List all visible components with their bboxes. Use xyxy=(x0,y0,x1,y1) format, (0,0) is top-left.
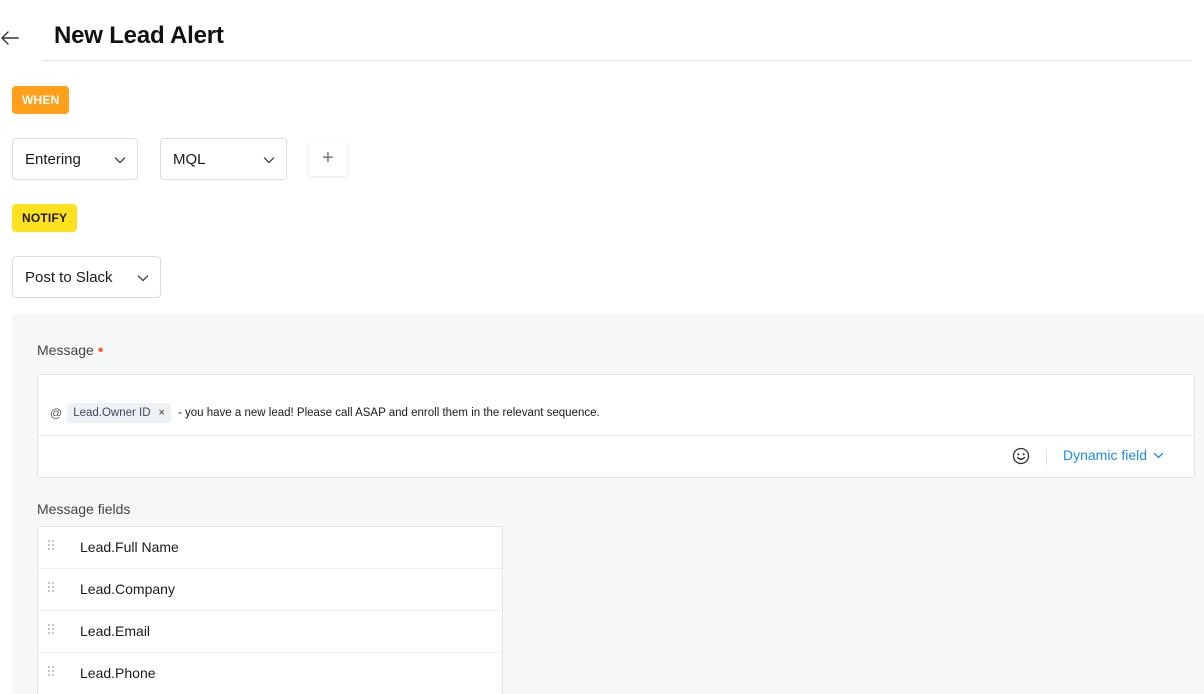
chevron-down-icon xyxy=(263,157,275,164)
page-title: New Lead Alert xyxy=(54,22,224,49)
trigger-event-select[interactable]: Entering xyxy=(12,138,138,180)
chevron-down-icon xyxy=(114,157,126,164)
back-arrow-icon[interactable] xyxy=(0,26,20,50)
message-label: Message • xyxy=(37,342,103,360)
message-field-label: Lead.Phone xyxy=(80,665,156,681)
toolbar-separator xyxy=(1046,449,1047,465)
dynamic-field-chip[interactable]: Lead.Owner ID × xyxy=(67,403,171,423)
dynamic-field-label: Dynamic field xyxy=(1063,447,1148,463)
message-field-row[interactable]: Lead.Company xyxy=(38,569,502,611)
message-field-label: Lead.Company xyxy=(80,581,175,597)
plus-icon: + xyxy=(322,146,334,169)
notify-channel-select[interactable]: Post to Slack xyxy=(12,256,161,298)
smile-icon[interactable] xyxy=(1012,447,1030,465)
chip-label: Lead.Owner ID xyxy=(73,407,151,419)
drag-handle-icon[interactable] xyxy=(47,665,55,677)
message-label-text: Message xyxy=(37,342,94,358)
trigger-stage-select[interactable]: MQL xyxy=(160,138,287,180)
trigger-event-value: Entering xyxy=(25,150,81,168)
drag-handle-icon[interactable] xyxy=(47,539,55,551)
message-fields-list: Lead.Full Name Lead.Company Lead.Email L… xyxy=(37,526,503,694)
message-toolbar-divider xyxy=(38,435,1194,436)
message-field-label: Lead.Full Name xyxy=(80,539,179,555)
message-content[interactable]: @ Lead.Owner ID × - you have a new lead!… xyxy=(50,403,600,423)
message-body-text: - you have a new lead! Please call ASAP … xyxy=(177,407,600,419)
chip-remove-icon[interactable]: × xyxy=(159,407,165,419)
chevron-down-icon xyxy=(137,275,149,282)
message-field-row[interactable]: Lead.Phone xyxy=(38,653,502,694)
message-field-label: Lead.Email xyxy=(80,623,151,639)
notify-badge: NOTIFY xyxy=(12,204,78,232)
dynamic-field-dropdown[interactable]: Dynamic field xyxy=(1063,447,1164,463)
header-divider xyxy=(42,60,1192,61)
header: New Lead Alert xyxy=(0,0,1204,62)
mention-prefix: @ xyxy=(50,406,63,420)
drag-handle-icon[interactable] xyxy=(47,581,55,593)
notify-channel-value: Post to Slack xyxy=(25,268,113,286)
drag-handle-icon[interactable] xyxy=(47,623,55,635)
required-indicator: • xyxy=(97,342,104,359)
message-fields-label: Message fields xyxy=(37,501,131,517)
message-editor[interactable]: @ Lead.Owner ID × - you have a new lead!… xyxy=(37,374,1195,478)
add-condition-button[interactable]: + xyxy=(309,140,347,176)
message-field-row[interactable]: Lead.Email xyxy=(38,611,502,653)
trigger-stage-value: MQL xyxy=(173,150,206,168)
chevron-down-icon xyxy=(1153,452,1164,458)
message-field-row[interactable]: Lead.Full Name xyxy=(38,527,502,569)
when-badge: WHEN xyxy=(12,86,70,114)
